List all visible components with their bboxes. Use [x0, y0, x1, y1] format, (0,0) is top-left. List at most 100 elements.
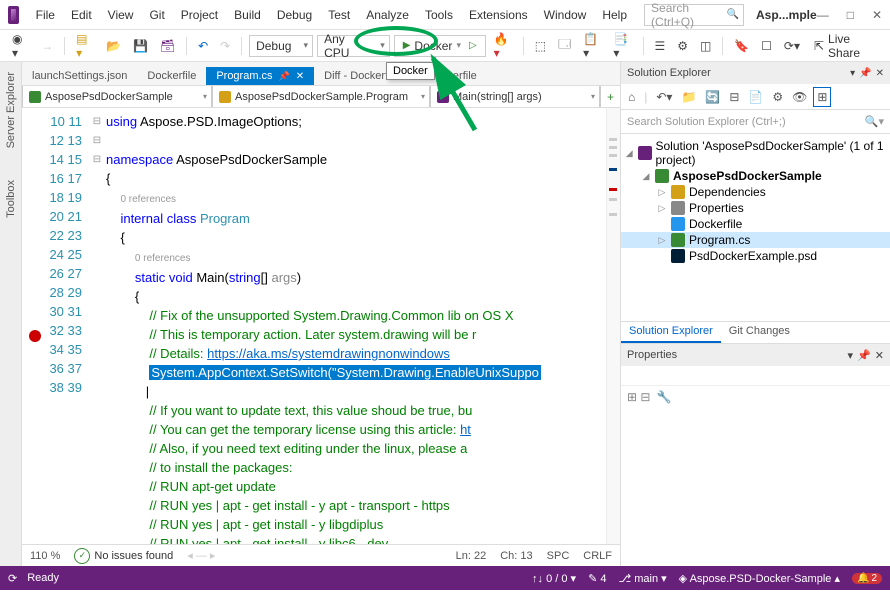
panel-menu-icon[interactable]: ▾ [850, 68, 855, 79]
redo-button[interactable]: ↷ [216, 37, 234, 55]
breadcrumb-project[interactable]: AsposePsdDockerSample [22, 86, 212, 107]
tb-btn-1[interactable]: ⬚ [531, 37, 550, 55]
docker-tooltip: Docker [386, 62, 435, 80]
tree-programcs[interactable]: ▷Program.cs [621, 232, 890, 248]
nav-fwd-button[interactable]: → [37, 37, 57, 55]
props-alpha-icon[interactable]: 🔧 [656, 390, 671, 412]
props-pin-icon[interactable]: 📌 [857, 349, 871, 362]
se-back-icon[interactable]: ↶▾ [653, 88, 675, 106]
menu-analyze[interactable]: Analyze [359, 4, 416, 26]
tb-btn-9[interactable]: ☐ [757, 37, 776, 55]
props-menu-icon[interactable]: ▾ [848, 349, 854, 362]
se-props-icon[interactable]: ⚙ [769, 88, 786, 106]
save-button[interactable]: 💾 [129, 37, 152, 55]
tree-solutionasposepsddoc[interactable]: ◢Solution 'AsposePsdDockerSample' (1 of … [621, 138, 890, 168]
platform-dropdown[interactable]: Any CPU [317, 35, 390, 57]
properties-title: Properties [627, 349, 677, 361]
project-title: Asp...mple [756, 8, 817, 22]
code-editor[interactable]: using Aspose.PSD.ImageOptions; namespace… [106, 108, 606, 544]
main-menu: FileEditViewGitProjectBuildDebugTestAnal… [29, 4, 634, 26]
open-button[interactable]: 📂 [102, 37, 125, 55]
status-errors[interactable]: ↑↓ 0 / 0 ▾ [532, 572, 576, 585]
project-icon [29, 91, 41, 103]
status-warn[interactable]: ✎ 4 [588, 572, 606, 585]
proj-icon [655, 169, 669, 183]
menu-edit[interactable]: Edit [64, 4, 99, 26]
tb-btn-7[interactable]: ◫ [696, 37, 715, 55]
global-search-input[interactable]: Search (Ctrl+Q) [644, 4, 744, 26]
panel-tab-solution-explorer[interactable]: Solution Explorer [621, 322, 721, 343]
config-dropdown[interactable]: Debug [249, 35, 313, 57]
live-share-button[interactable]: ⇱ Live Share [808, 30, 882, 62]
panel-tab-git-changes[interactable]: Git Changes [721, 322, 798, 343]
se-scope-icon[interactable]: 📁 [678, 88, 699, 106]
menu-test[interactable]: Test [321, 4, 357, 26]
tb-btn-4[interactable]: 📑▾ [609, 30, 635, 62]
menu-window[interactable]: Window [537, 4, 594, 26]
zoom-level[interactable]: 110 % [30, 550, 60, 562]
run-docker-button[interactable]: ▶ Docker ▾ ▷ [394, 35, 486, 57]
tab-dockerfile[interactable]: Dockerfile [137, 67, 206, 85]
minimize-icon[interactable]: — [817, 8, 829, 22]
menu-view[interactable]: View [101, 4, 141, 26]
issues-indicator[interactable]: No issues found [74, 548, 173, 564]
tab-launchsettingsjson[interactable]: launchSettings.json [22, 67, 137, 85]
save-all-button[interactable]: 🗃 [156, 37, 179, 55]
run-target-label: Docker [414, 39, 452, 53]
menu-file[interactable]: File [29, 4, 62, 26]
menu-git[interactable]: Git [142, 4, 171, 26]
status-bg-icon[interactable]: ⟳ [8, 572, 17, 585]
rail-toolbox[interactable]: Toolbox [5, 174, 17, 224]
play-icon: ▶ [403, 40, 411, 51]
tab-programcs[interactable]: Program.cs 📌 ✕ [206, 67, 314, 85]
breakpoint-icon[interactable] [29, 330, 41, 342]
menu-build[interactable]: Build [227, 4, 268, 26]
props-close-icon[interactable]: ✕ [875, 349, 884, 362]
undo-button[interactable]: ↶ [194, 37, 212, 55]
breadcrumb-class[interactable]: AsposePsdDockerSample.Program [212, 86, 430, 107]
minimap[interactable] [606, 108, 620, 544]
sol-icon [638, 146, 652, 160]
tree-dockerfile[interactable]: Dockerfile [621, 216, 890, 232]
close-icon[interactable]: ✕ [872, 8, 882, 22]
se-refresh-icon[interactable]: 🔄 [702, 88, 723, 106]
tb-btn-10[interactable]: ⟳▾ [780, 37, 804, 55]
new-button[interactable]: ▤ ▾ [72, 30, 98, 62]
tb-btn-3[interactable]: 📋▾ [579, 30, 605, 62]
fold-column[interactable]: ⊟ ⊟ ⊟ [88, 108, 106, 544]
nav-back-button[interactable]: ◉ ▾ [8, 30, 33, 62]
panel-close-icon[interactable]: ✕ [876, 68, 884, 79]
se-group-icon[interactable]: ⊞ [813, 87, 831, 107]
maximize-icon[interactable]: □ [847, 8, 854, 22]
tree-psddockerexamplepsd[interactable]: PsdDockerExample.psd [621, 248, 890, 264]
solution-search-input[interactable]: Search Solution Explorer (Ctrl+;) 🔍▾ [621, 110, 890, 134]
menu-help[interactable]: Help [595, 4, 634, 26]
close-tab-icon[interactable]: ✕ [296, 71, 304, 82]
menu-project[interactable]: Project [174, 4, 225, 26]
pin-icon[interactable]: 📌 [279, 71, 290, 82]
menu-debug[interactable]: Debug [270, 4, 319, 26]
se-preview-icon[interactable]: 👁 [789, 88, 810, 106]
status-notifications[interactable]: 🔔2 [852, 573, 882, 584]
tree-asposepsddockersampl[interactable]: ◢AsposePsdDockerSample [621, 168, 890, 184]
breadcrumb-add[interactable]: + [600, 86, 620, 107]
menu-extensions[interactable]: Extensions [462, 4, 535, 26]
se-collapse-icon[interactable]: ⊟ [726, 88, 742, 106]
breadcrumb-method[interactable]: Main(string[] args) [430, 86, 600, 107]
status-repo[interactable]: ◈ Aspose.PSD-Docker-Sample ▴ [679, 572, 840, 585]
se-home-icon[interactable]: ⌂ [625, 88, 638, 106]
menu-tools[interactable]: Tools [418, 4, 460, 26]
status-branch[interactable]: ⎇ main ▾ [618, 572, 666, 585]
props-cat-icon[interactable]: ⊞ ⊟ [627, 390, 650, 412]
se-showall-icon[interactable]: 📄 [745, 88, 766, 106]
tree-dependencies[interactable]: ▷Dependencies [621, 184, 890, 200]
rail-server-explorer[interactable]: Server Explorer [5, 66, 17, 154]
method-icon [437, 91, 449, 103]
tb-btn-8[interactable]: 🔖 [730, 37, 753, 55]
tree-properties[interactable]: ▷Properties [621, 200, 890, 216]
tb-btn-2[interactable]: 🗔 [554, 33, 575, 58]
pin-icon[interactable]: 📌 [859, 68, 871, 79]
hot-reload-button[interactable]: 🔥▾ [490, 30, 516, 62]
tb-btn-6[interactable]: ⚙ [673, 37, 692, 55]
tb-btn-5[interactable]: ☰ [650, 37, 669, 55]
